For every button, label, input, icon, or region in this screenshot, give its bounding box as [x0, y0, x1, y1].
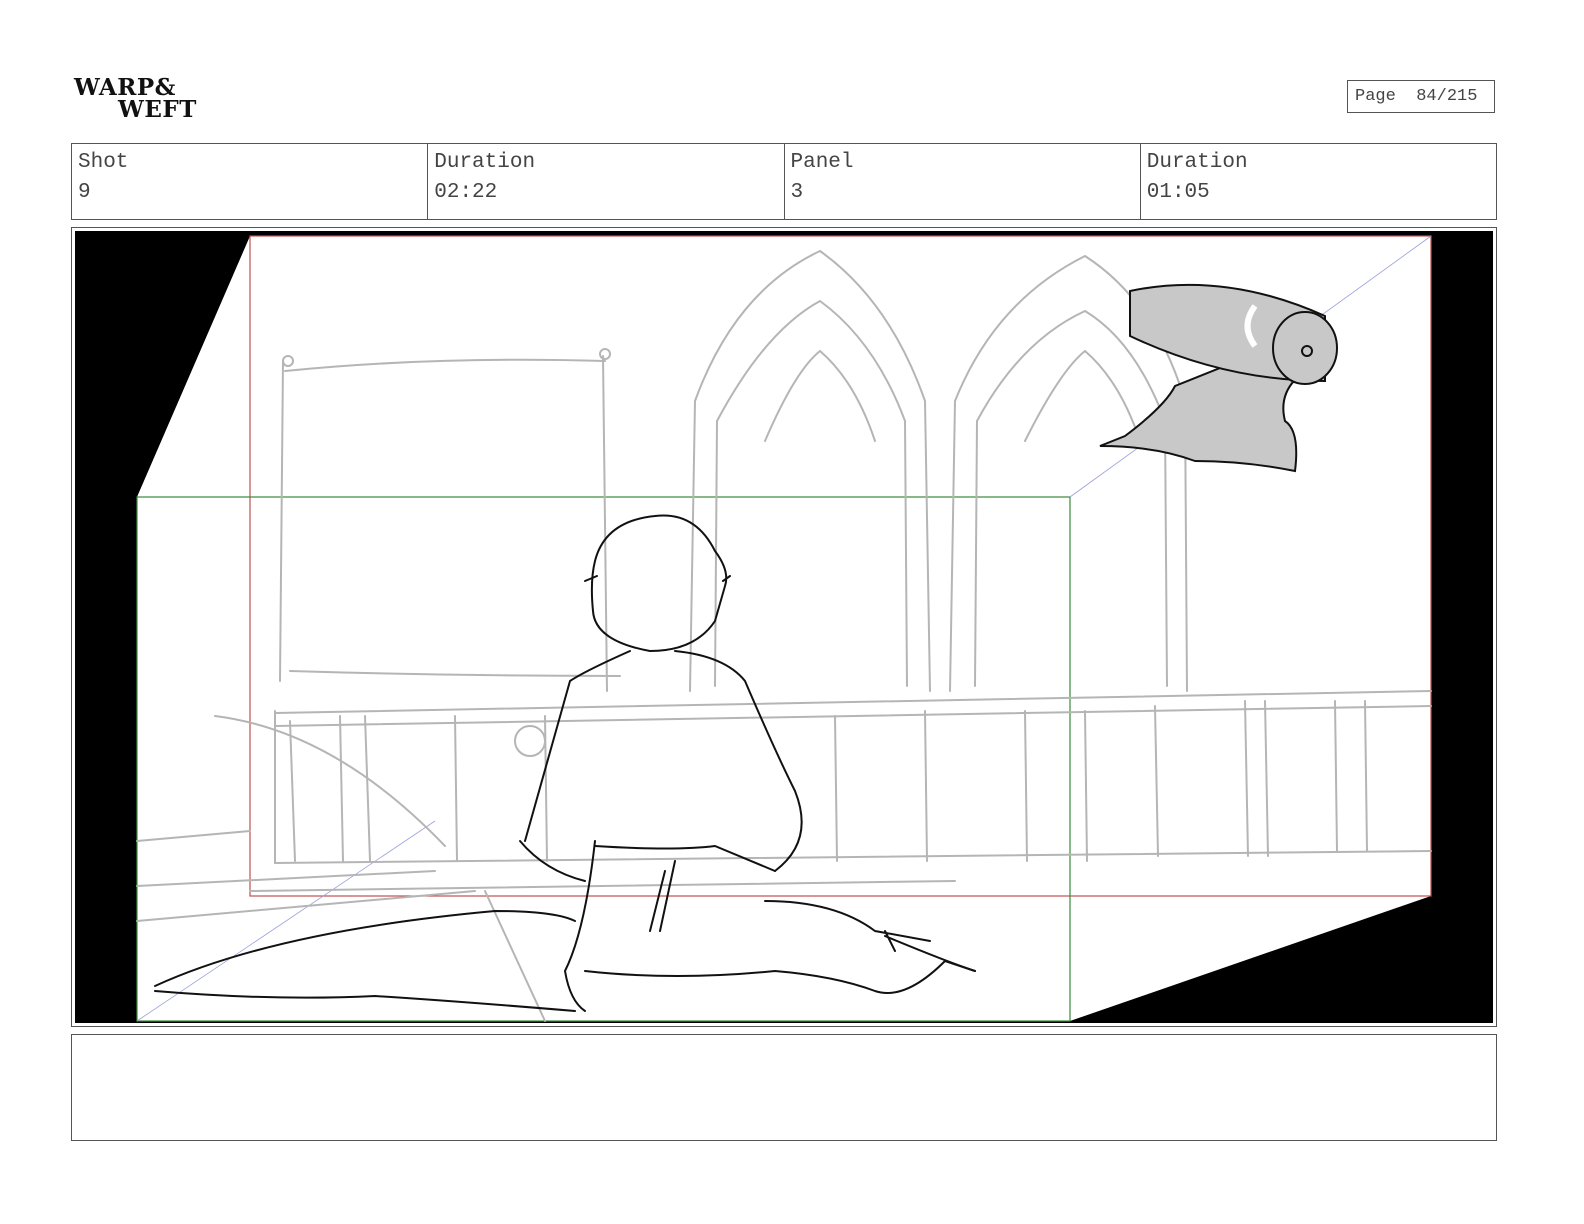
shot-duration-value: 02:22	[434, 181, 498, 204]
panel-duration-cell: Duration 01:05	[1141, 144, 1496, 219]
shot-label: Shot	[78, 151, 129, 174]
shot-duration-label: Duration	[434, 151, 536, 174]
page-label: Page	[1355, 87, 1396, 106]
shot-duration-cell: Duration 02:22	[428, 144, 785, 219]
logo-line-2: WEFT	[118, 96, 197, 123]
panel-duration-label: Duration	[1146, 151, 1248, 174]
panel-duration-value: 01:05	[1146, 181, 1210, 204]
panel-label: Panel	[790, 151, 854, 174]
shot-info-table: Shot 9 Duration 02:22 Panel 3 Duration 0…	[71, 143, 1497, 220]
shot-value: 9	[78, 181, 91, 204]
storyboard-drawing	[75, 231, 1493, 1023]
storyboard-panel	[71, 227, 1497, 1027]
notes-area	[71, 1034, 1497, 1141]
shot-cell: Shot 9	[72, 144, 429, 219]
panel-value: 3	[790, 181, 804, 204]
page-number: 84/215	[1416, 87, 1478, 106]
warp-and-weft-logo: WARP& WEFT	[72, 74, 202, 126]
panel-cell: Panel 3	[785, 144, 1141, 219]
page-counter: Page 84/215	[1347, 80, 1495, 113]
